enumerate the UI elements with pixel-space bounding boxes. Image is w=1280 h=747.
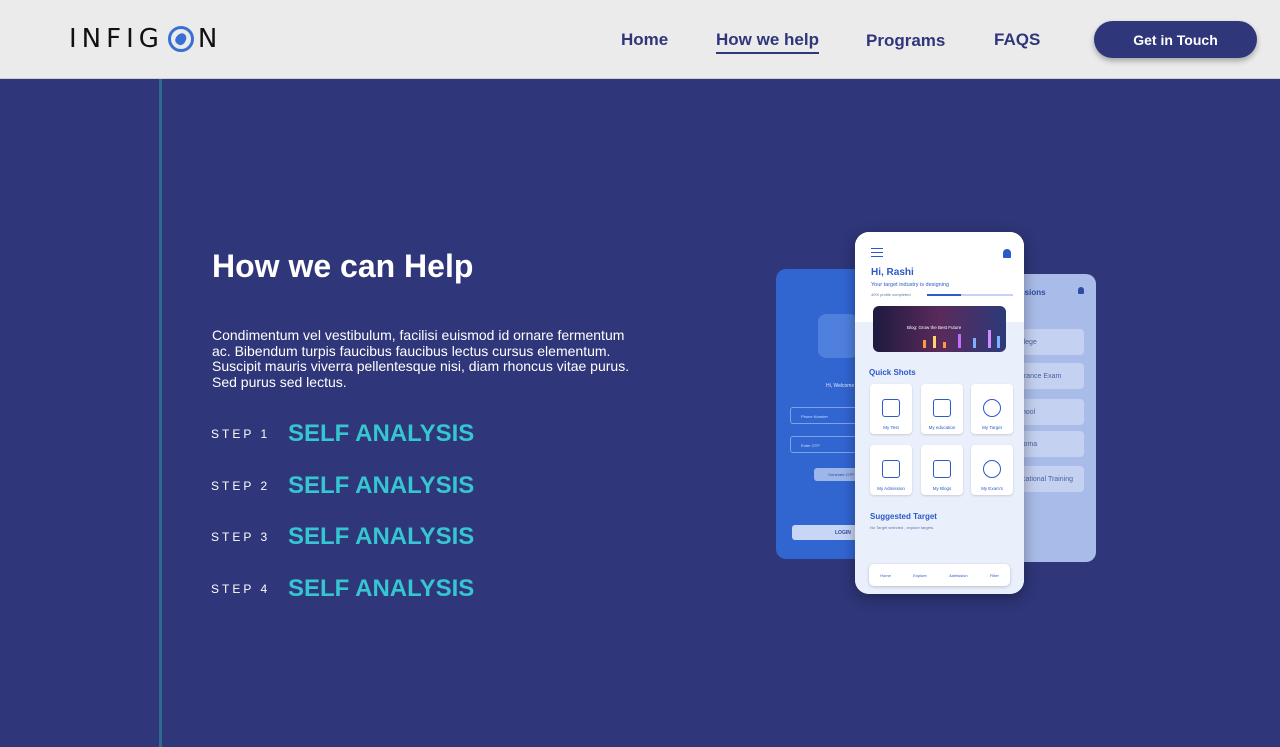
bottom-nav-explore: Explore (913, 572, 927, 578)
banner-text: Blog: Grow the Best Future (907, 325, 962, 330)
step-item-3: STEP 3 SELF ANALYSIS (211, 523, 474, 551)
mockup-home-screen: Hi, Rashi Your target industry is design… (855, 232, 1024, 594)
admission-list-item: llege (1018, 329, 1084, 355)
bottom-nav-admission: Admission (949, 572, 968, 578)
banner-chart-bar (933, 336, 936, 348)
menu-icon (871, 248, 883, 257)
profile-completion-text: 40% profile completed (871, 292, 911, 297)
phone-number-field: Phone Number (790, 407, 862, 424)
logo[interactable]: INFIG N (69, 24, 223, 54)
people-icon (983, 460, 1001, 478)
greeting-text: Hi, Rashi (871, 267, 914, 278)
login-button: LOGIN (792, 525, 862, 540)
blog-icon (933, 460, 951, 478)
logo-rocket-icon (167, 26, 194, 52)
bottom-nav-home: Home (880, 572, 891, 578)
admission-list-item: loma (1018, 431, 1084, 457)
profile-progress-fill (927, 294, 962, 296)
tile-my-blogs: My Blogs (921, 445, 963, 495)
step-label: STEP 1 (211, 427, 271, 441)
step-item-2: STEP 2 SELF ANALYSIS (211, 472, 474, 500)
banner-chart-bar (988, 330, 991, 348)
tile-my-admission: My Admission (870, 445, 912, 495)
description-text: Condimentum vel vestibulum, facilisi eui… (212, 327, 630, 390)
banner-chart-bar (923, 340, 926, 348)
step-item-1: STEP 1 SELF ANALYSIS (211, 420, 474, 448)
admission-list-item: cational Training (1018, 466, 1084, 492)
nav-home[interactable]: Home (621, 30, 668, 50)
banner-chart-bar (973, 338, 976, 348)
profile-progress-track (927, 294, 1013, 296)
vertical-divider (159, 79, 162, 747)
admission-list-item: hool (1018, 399, 1084, 425)
target-icon (983, 399, 1001, 417)
phone-bottom-nav: Home Explore Admission Filter (869, 564, 1010, 586)
welcome-text: Hi, Welcome (826, 383, 855, 389)
blog-banner: Blog: Grow the Best Future (873, 306, 1006, 352)
test-icon (882, 399, 900, 417)
graduation-cap-icon (933, 399, 951, 417)
step-label: STEP 2 (211, 479, 271, 493)
otp-field: Enter OTP (790, 436, 862, 453)
suggested-target-title: Suggested Target (870, 512, 937, 521)
rocket-logo-icon (818, 314, 858, 358)
step-item-4: STEP 4 SELF ANALYSIS (211, 575, 474, 603)
mockup-login-screen: Hi, Welcome Phone Number Enter OTP Gener… (776, 269, 862, 559)
page-title: How we can Help (212, 248, 474, 284)
nav-how-we-help[interactable]: How we help (716, 30, 819, 54)
bell-icon (1078, 287, 1084, 294)
logo-text-right: N (197, 24, 223, 54)
bell-icon (1003, 249, 1011, 258)
get-in-touch-button[interactable]: Get in Touch (1094, 21, 1257, 58)
target-line: Your target industry is designing (871, 282, 950, 288)
tile-my-target: My Target (971, 384, 1013, 434)
tile-my-education: My education (921, 384, 963, 434)
step-value: SELF ANALYSIS (288, 575, 475, 602)
tile-my-exams: My Exam's (971, 445, 1013, 495)
nav-faqs[interactable]: FAQS (994, 30, 1040, 50)
admission-list-item: trance Exam (1018, 363, 1084, 389)
nav-programs[interactable]: Programs (866, 31, 945, 51)
step-value: SELF ANALYSIS (288, 472, 475, 499)
document-icon (882, 460, 900, 478)
step-label: STEP 3 (211, 530, 271, 544)
logo-text-left: INFIG (69, 24, 164, 54)
tile-my-test: My Test (870, 384, 912, 434)
site-header: INFIG N Home How we help Programs FAQS Ge… (0, 0, 1280, 79)
banner-chart-bar (997, 336, 1000, 348)
suggested-target-subtext: No Target selected , explore targets. (870, 525, 935, 530)
bottom-nav-filter: Filter (989, 572, 999, 578)
step-value: SELF ANALYSIS (288, 523, 475, 550)
banner-chart-bar (958, 334, 961, 348)
step-label: STEP 4 (211, 582, 271, 596)
step-value: SELF ANALYSIS (288, 420, 475, 447)
banner-chart-bar (943, 342, 946, 348)
quick-shots-title: Quick Shots (869, 368, 916, 377)
